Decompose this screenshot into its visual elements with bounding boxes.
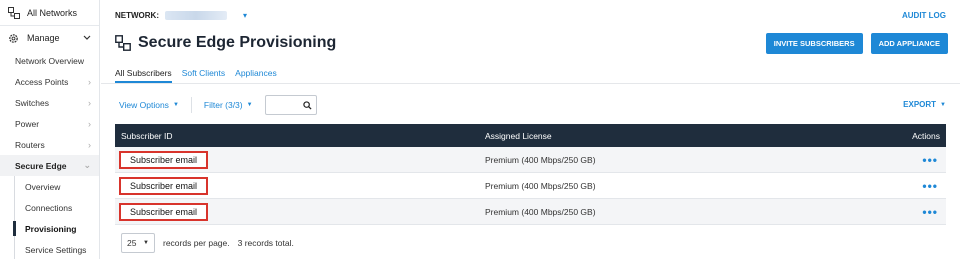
subscriber-id-cell: Subscriber email xyxy=(119,176,209,195)
sidebar-item-label: Routers xyxy=(15,139,45,150)
license-cell: Premium (400 Mbps/250 GB) xyxy=(485,180,596,191)
sidebar-item-access-points[interactable]: Access Points › xyxy=(0,71,99,92)
sidebar-item-power[interactable]: Power › xyxy=(0,113,99,134)
sidebar-subitem-overview[interactable]: Overview xyxy=(0,176,99,197)
network-name-redacted xyxy=(165,10,227,20)
column-header-assigned-license[interactable]: Assigned License xyxy=(485,131,906,141)
caret-down-icon: ▾ xyxy=(243,10,248,20)
export-label: EXPORT xyxy=(903,100,937,109)
sidebar-item-label: Access Points xyxy=(15,76,69,87)
tab-soft-clients[interactable]: Soft Clients xyxy=(182,68,225,83)
toolbar-divider xyxy=(190,97,192,113)
caret-down-icon: ▼ xyxy=(143,240,149,246)
secure-edge-icon xyxy=(115,35,131,51)
sidebar-item-network-overview[interactable]: Network Overview xyxy=(0,50,99,71)
chevron-down-icon: ⌄ xyxy=(83,160,91,170)
all-networks-link[interactable]: All Networks xyxy=(0,0,99,26)
chevron-right-icon: › xyxy=(88,118,91,129)
chevron-right-icon: › xyxy=(88,76,91,87)
records-per-page-select[interactable]: 25 ▼ xyxy=(121,233,155,253)
column-header-subscriber-id[interactable]: Subscriber ID xyxy=(115,131,485,141)
filter-dropdown[interactable]: Filter (3/3) ▼ xyxy=(204,100,253,110)
caret-down-icon: ▼ xyxy=(246,102,253,108)
top-bar: NETWORK: ▾ AUDIT LOG xyxy=(101,0,960,30)
pagination: 25 ▼ records per page. 3 records total. xyxy=(101,233,960,253)
row-actions-menu[interactable]: ••• xyxy=(906,205,946,219)
license-cell: Premium (400 Mbps/250 GB) xyxy=(485,206,596,217)
sidebar-subitem-label: Overview xyxy=(25,181,61,192)
network-label: NETWORK: xyxy=(115,10,159,20)
secure-edge-submenu: Overview Connections Provisioning Servic… xyxy=(0,176,99,259)
search-input[interactable] xyxy=(264,95,317,115)
sidebar-item-secure-edge[interactable]: Secure Edge ⌄ xyxy=(0,155,99,176)
gear-icon xyxy=(9,33,18,43)
title-row: Secure Edge Provisioning INVITE SUBSCRIB… xyxy=(101,30,960,56)
manage-label: Manage xyxy=(27,33,60,43)
table-row[interactable]: Subscriber email Premium (400 Mbps/250 G… xyxy=(115,173,946,199)
subscriber-id-cell: Subscriber email xyxy=(119,150,209,169)
table-toolbar: View Options ▼ Filter (3/3) ▼ EXPORT ▼ xyxy=(101,92,960,118)
network-selector[interactable]: NETWORK: ▾ xyxy=(115,10,248,20)
table-header: Subscriber ID Assigned License Actions xyxy=(115,124,946,147)
table-row[interactable]: Subscriber email Premium (400 Mbps/250 G… xyxy=(115,199,946,225)
sidebar-item-label: Switches xyxy=(15,97,50,108)
sidebar-item-label: Power xyxy=(15,118,40,129)
sidebar-item-routers[interactable]: Routers › xyxy=(0,134,99,155)
sidebar-item-label: Network Overview xyxy=(15,55,84,66)
table-row[interactable]: Subscriber email Premium (400 Mbps/250 G… xyxy=(115,147,946,173)
tab-all-subscribers[interactable]: All Subscribers xyxy=(115,68,172,83)
tab-appliances[interactable]: Appliances xyxy=(235,68,277,83)
sidebar-subitem-service-settings[interactable]: Service Settings xyxy=(0,239,99,259)
records-total: 3 records total. xyxy=(237,238,294,248)
manage-section[interactable]: Manage xyxy=(0,26,99,50)
subscribers-table: Subscriber ID Assigned License Actions S… xyxy=(115,124,946,225)
sidebar-subitem-label: Service Settings xyxy=(25,244,87,255)
sidebar-subitem-label: Connections xyxy=(25,202,73,213)
chevron-down-icon xyxy=(83,35,91,40)
page-title: Secure Edge Provisioning xyxy=(138,34,337,51)
all-networks-label: All Networks xyxy=(27,7,78,18)
audit-log-link[interactable]: AUDIT LOG xyxy=(902,11,946,20)
caret-down-icon: ▼ xyxy=(172,102,179,108)
sidebar-item-label: Secure Edge xyxy=(15,160,67,171)
records-per-page-value: 25 xyxy=(127,238,137,248)
row-actions-menu[interactable]: ••• xyxy=(906,153,946,167)
sidebar-subitem-provisioning[interactable]: Provisioning xyxy=(0,218,99,239)
search-icon xyxy=(302,100,312,110)
main-content: NETWORK: ▾ AUDIT LOG Secure Edge Provisi… xyxy=(101,0,960,259)
view-options-label: View Options xyxy=(119,100,169,110)
export-dropdown[interactable]: EXPORT ▼ xyxy=(903,100,946,109)
chevron-right-icon: › xyxy=(88,97,91,108)
records-per-page-label: records per page. xyxy=(163,238,230,248)
network-icon xyxy=(8,6,20,19)
column-header-actions: Actions xyxy=(912,130,940,141)
view-options-dropdown[interactable]: View Options ▼ xyxy=(119,100,179,110)
tab-bar: All Subscribers Soft Clients Appliances xyxy=(101,64,960,84)
sidebar: All Networks Manage Network Overview Acc… xyxy=(0,0,100,259)
chevron-right-icon: › xyxy=(88,139,91,150)
subscriber-id-cell: Subscriber email xyxy=(119,202,209,221)
row-actions-menu[interactable]: ••• xyxy=(906,179,946,193)
add-appliance-button[interactable]: ADD APPLIANCE xyxy=(870,32,948,54)
caret-down-icon: ▼ xyxy=(940,101,946,108)
sidebar-subitem-connections[interactable]: Connections xyxy=(0,197,99,218)
sidebar-item-switches[interactable]: Switches › xyxy=(0,92,99,113)
invite-subscribers-button[interactable]: INVITE SUBSCRIBERS xyxy=(765,32,863,54)
filter-label: Filter (3/3) xyxy=(203,100,243,110)
sidebar-subitem-label: Provisioning xyxy=(25,223,77,234)
license-cell: Premium (400 Mbps/250 GB) xyxy=(485,154,596,165)
